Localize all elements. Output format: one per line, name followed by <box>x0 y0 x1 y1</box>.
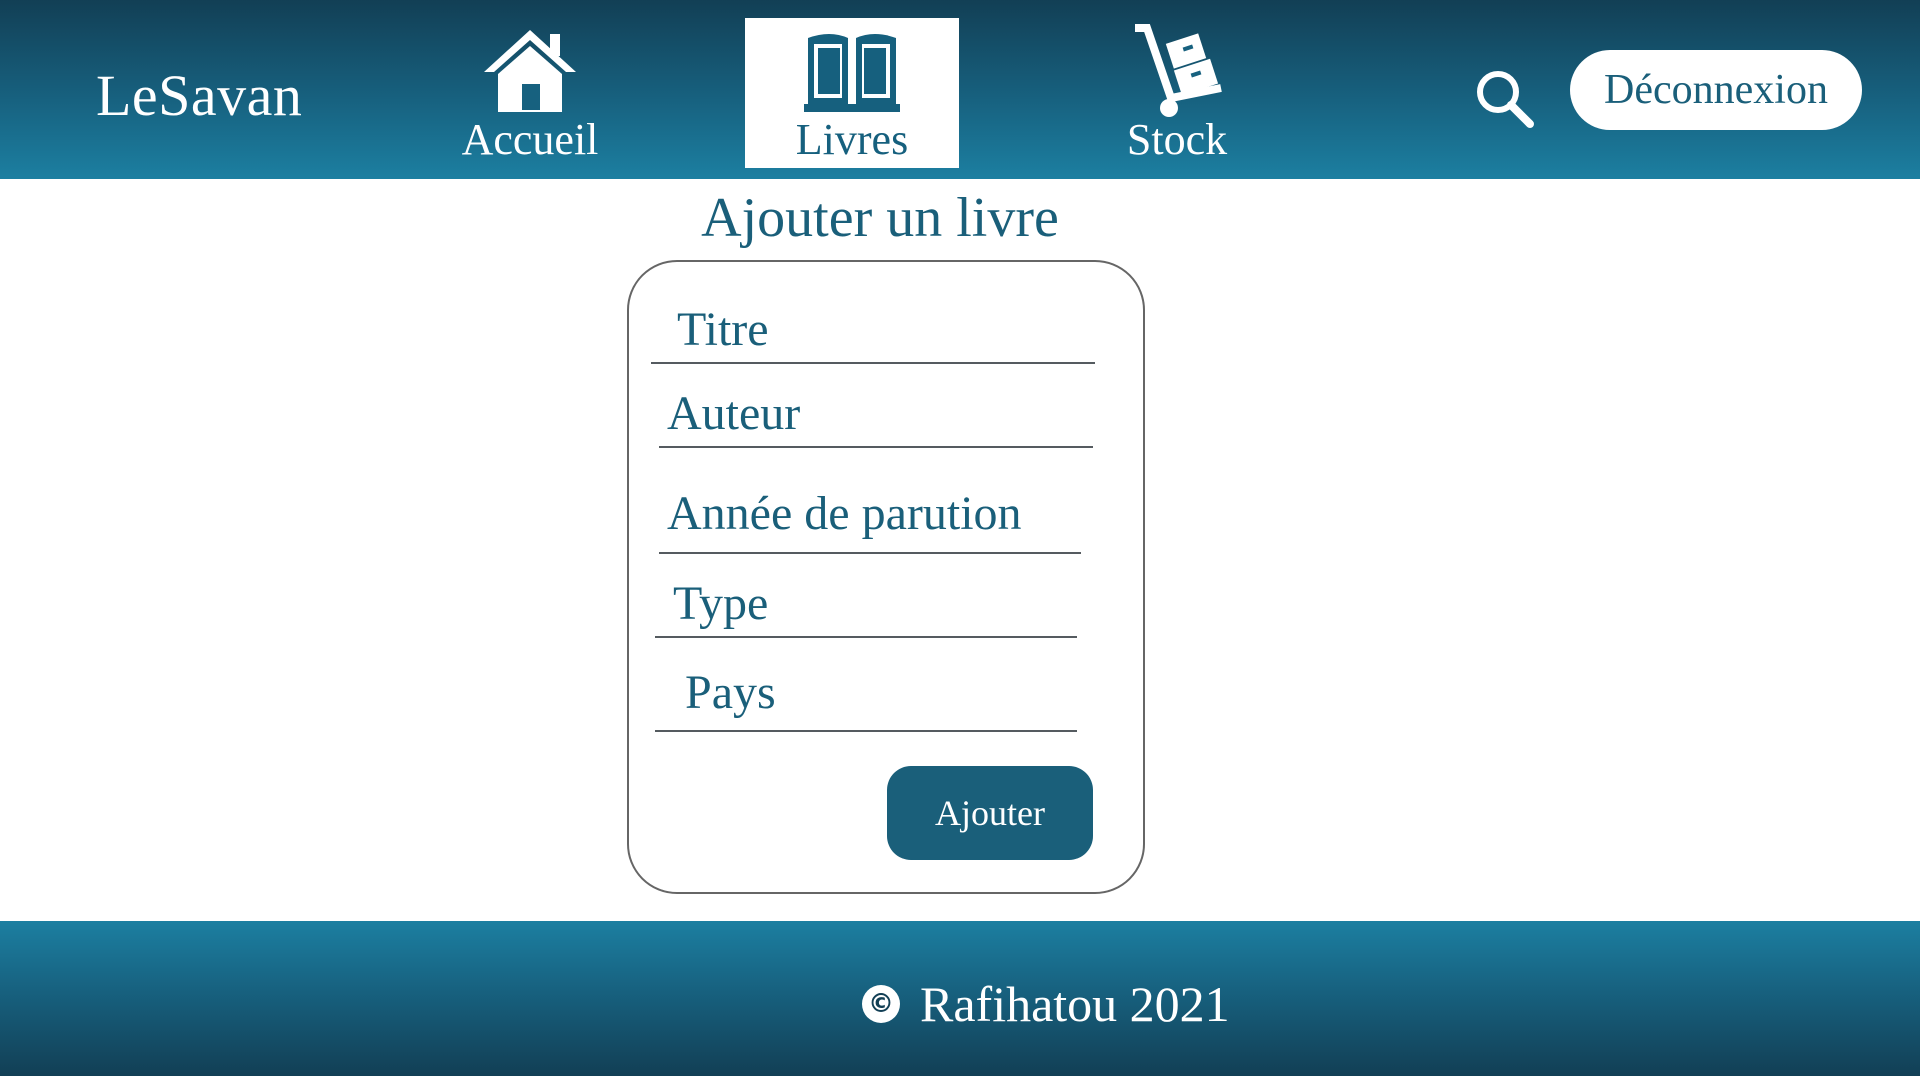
search-button[interactable] <box>1472 66 1536 130</box>
country-input[interactable] <box>655 652 1107 732</box>
field-underline <box>655 730 1077 732</box>
copyright-text: Rafihatou 2021 <box>920 976 1230 1032</box>
open-book-icon <box>745 24 959 124</box>
nav-label-stock: Stock <box>1126 115 1228 164</box>
top-nav-bar: LeSavan Accueil Livres Stock Déconnexion <box>0 0 1920 179</box>
year-field[interactable] <box>659 472 1089 554</box>
nav-item-stock[interactable]: Stock <box>1070 18 1284 168</box>
type-field[interactable] <box>655 568 1095 638</box>
page-title: Ajouter un livre <box>701 187 1059 249</box>
home-icon <box>423 24 637 124</box>
nav-label-livres: Livres <box>795 115 909 164</box>
add-book-form: Ajouter <box>627 260 1145 894</box>
field-underline <box>659 552 1081 554</box>
copyright-icon: © <box>862 984 900 1023</box>
footer: © Rafihatou 2021 <box>0 921 1920 1076</box>
add-book-button[interactable]: Ajouter <box>887 766 1093 860</box>
hand-truck-icon <box>1070 24 1284 124</box>
country-field[interactable] <box>655 652 1107 732</box>
author-input[interactable] <box>659 378 1101 448</box>
logout-button[interactable]: Déconnexion <box>1570 50 1862 130</box>
copyright: © Rafihatou 2021 <box>862 975 1230 1033</box>
search-icon <box>1477 71 1534 128</box>
year-input[interactable] <box>659 472 1089 554</box>
nav-item-accueil[interactable]: Accueil <box>423 18 637 168</box>
author-field[interactable] <box>659 378 1101 448</box>
field-underline <box>659 446 1093 448</box>
title-input[interactable] <box>651 294 1121 364</box>
type-input[interactable] <box>655 568 1095 638</box>
field-underline <box>655 636 1077 638</box>
brand-logo[interactable]: LeSavan <box>96 62 302 129</box>
title-field[interactable] <box>651 294 1121 364</box>
nav-label-accueil: Accueil <box>461 115 599 164</box>
field-underline <box>651 362 1095 364</box>
nav-item-livres[interactable]: Livres <box>745 18 959 168</box>
